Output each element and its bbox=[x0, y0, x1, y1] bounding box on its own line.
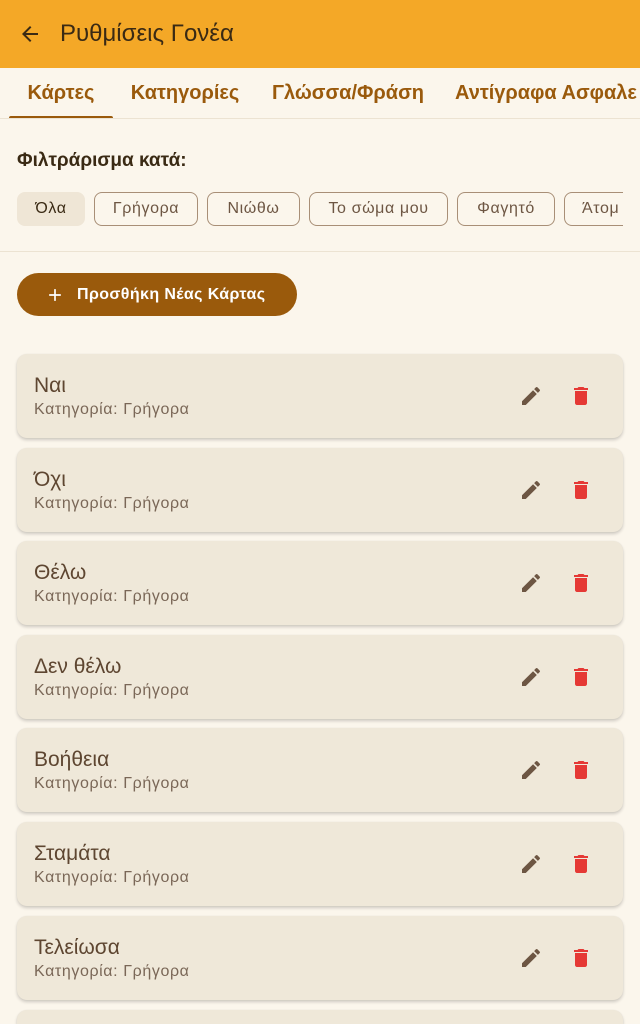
card-category: Κατηγορία: Γρήγορα bbox=[34, 963, 190, 980]
card-category: Κατηγορία: Γρήγορα bbox=[34, 775, 190, 792]
pencil-icon bbox=[522, 760, 541, 779]
pencil-icon bbox=[522, 480, 541, 499]
pencil-icon bbox=[522, 667, 541, 686]
trash-icon bbox=[574, 481, 588, 499]
card-item: Θέλω Κατηγορία: Γρήγορα bbox=[17, 541, 623, 625]
card-category: Κατηγορία: Γρήγορα bbox=[34, 588, 190, 605]
card-item: Βοήθεια Κατηγορία: Γρήγορα bbox=[17, 728, 623, 812]
tab-categories[interactable]: Κατηγορίες bbox=[119, 68, 251, 118]
chip-my-body[interactable]: Το σώμα μου bbox=[309, 192, 448, 226]
card-title: Σταμάτα bbox=[34, 842, 111, 865]
edit-button[interactable] bbox=[509, 655, 553, 699]
trash-icon bbox=[574, 949, 588, 967]
card-title: Ναι bbox=[34, 374, 66, 397]
trash-icon bbox=[574, 668, 588, 686]
trash-icon bbox=[574, 574, 588, 592]
tab-backups[interactable]: Αντίγραφα Ασφαλε bbox=[445, 68, 640, 118]
tab-language-phrase[interactable]: Γλώσσα/Φράση bbox=[263, 68, 433, 118]
card-title: Όχι bbox=[34, 468, 66, 491]
divider bbox=[0, 251, 640, 252]
pencil-icon bbox=[522, 573, 541, 592]
chip-people[interactable]: Άτομ bbox=[564, 192, 623, 226]
back-button[interactable] bbox=[0, 0, 60, 68]
add-card-label: Προσθήκη Νέας Κάρτας bbox=[77, 285, 266, 303]
edit-button[interactable] bbox=[509, 374, 553, 418]
delete-button[interactable] bbox=[559, 561, 603, 605]
trash-icon bbox=[574, 761, 588, 779]
pencil-icon bbox=[522, 948, 541, 967]
plus-icon bbox=[45, 285, 65, 305]
pencil-icon bbox=[522, 386, 541, 405]
arrow-left-icon bbox=[22, 26, 38, 42]
card-category: Κατηγορία: Γρήγορα bbox=[34, 401, 190, 418]
card-category: Κατηγορία: Γρήγορα bbox=[34, 869, 190, 886]
card-title: Δεν θέλω bbox=[34, 655, 122, 678]
card-item: Σταμάτα Κατηγορία: Γρήγορα bbox=[17, 822, 623, 906]
edit-button[interactable] bbox=[509, 748, 553, 792]
card-item: Δεν θέλω Κατηγορία: Γρήγορα bbox=[17, 635, 623, 719]
card-item-partial bbox=[17, 1010, 623, 1024]
chip-quick[interactable]: Γρήγορα bbox=[94, 192, 198, 226]
delete-button[interactable] bbox=[559, 655, 603, 699]
page-title: Ρυθμίσεις Γονέα bbox=[60, 20, 234, 47]
chip-all[interactable]: Όλα bbox=[17, 192, 85, 226]
trash-icon bbox=[574, 387, 588, 405]
tab-bar: Κάρτες Κατηγορίες Γλώσσα/Φράση Αντίγραφα… bbox=[0, 68, 640, 119]
tab-cards[interactable]: Κάρτες bbox=[9, 68, 113, 118]
trash-icon bbox=[574, 855, 588, 873]
delete-button[interactable] bbox=[559, 936, 603, 980]
card-category: Κατηγορία: Γρήγορα bbox=[34, 495, 190, 512]
card-title: Θέλω bbox=[34, 561, 87, 584]
edit-button[interactable] bbox=[509, 842, 553, 886]
chip-feel[interactable]: Νιώθω bbox=[207, 192, 300, 226]
app-bar: Ρυθμίσεις Γονέα bbox=[0, 0, 640, 68]
edit-button[interactable] bbox=[509, 561, 553, 605]
pencil-icon bbox=[522, 854, 541, 873]
card-item: Όχι Κατηγορία: Γρήγορα bbox=[17, 448, 623, 532]
card-title: Βοήθεια bbox=[34, 748, 110, 771]
edit-button[interactable] bbox=[509, 936, 553, 980]
delete-button[interactable] bbox=[559, 842, 603, 886]
filter-chip-row: Όλα Γρήγορα Νιώθω Το σώμα μου Φαγητό Άτο… bbox=[0, 192, 623, 227]
card-item: Τελείωσα Κατηγορία: Γρήγορα bbox=[17, 916, 623, 1000]
add-card-button[interactable]: Προσθήκη Νέας Κάρτας bbox=[17, 273, 297, 316]
delete-button[interactable] bbox=[559, 468, 603, 512]
card-item: Ναι Κατηγορία: Γρήγορα bbox=[17, 354, 623, 438]
filter-label: Φιλτράρισμα κατά: bbox=[17, 150, 187, 171]
card-title: Τελείωσα bbox=[34, 936, 120, 959]
card-category: Κατηγορία: Γρήγορα bbox=[34, 682, 190, 699]
chip-food[interactable]: Φαγητό bbox=[457, 192, 555, 226]
edit-button[interactable] bbox=[509, 468, 553, 512]
delete-button[interactable] bbox=[559, 374, 603, 418]
delete-button[interactable] bbox=[559, 748, 603, 792]
